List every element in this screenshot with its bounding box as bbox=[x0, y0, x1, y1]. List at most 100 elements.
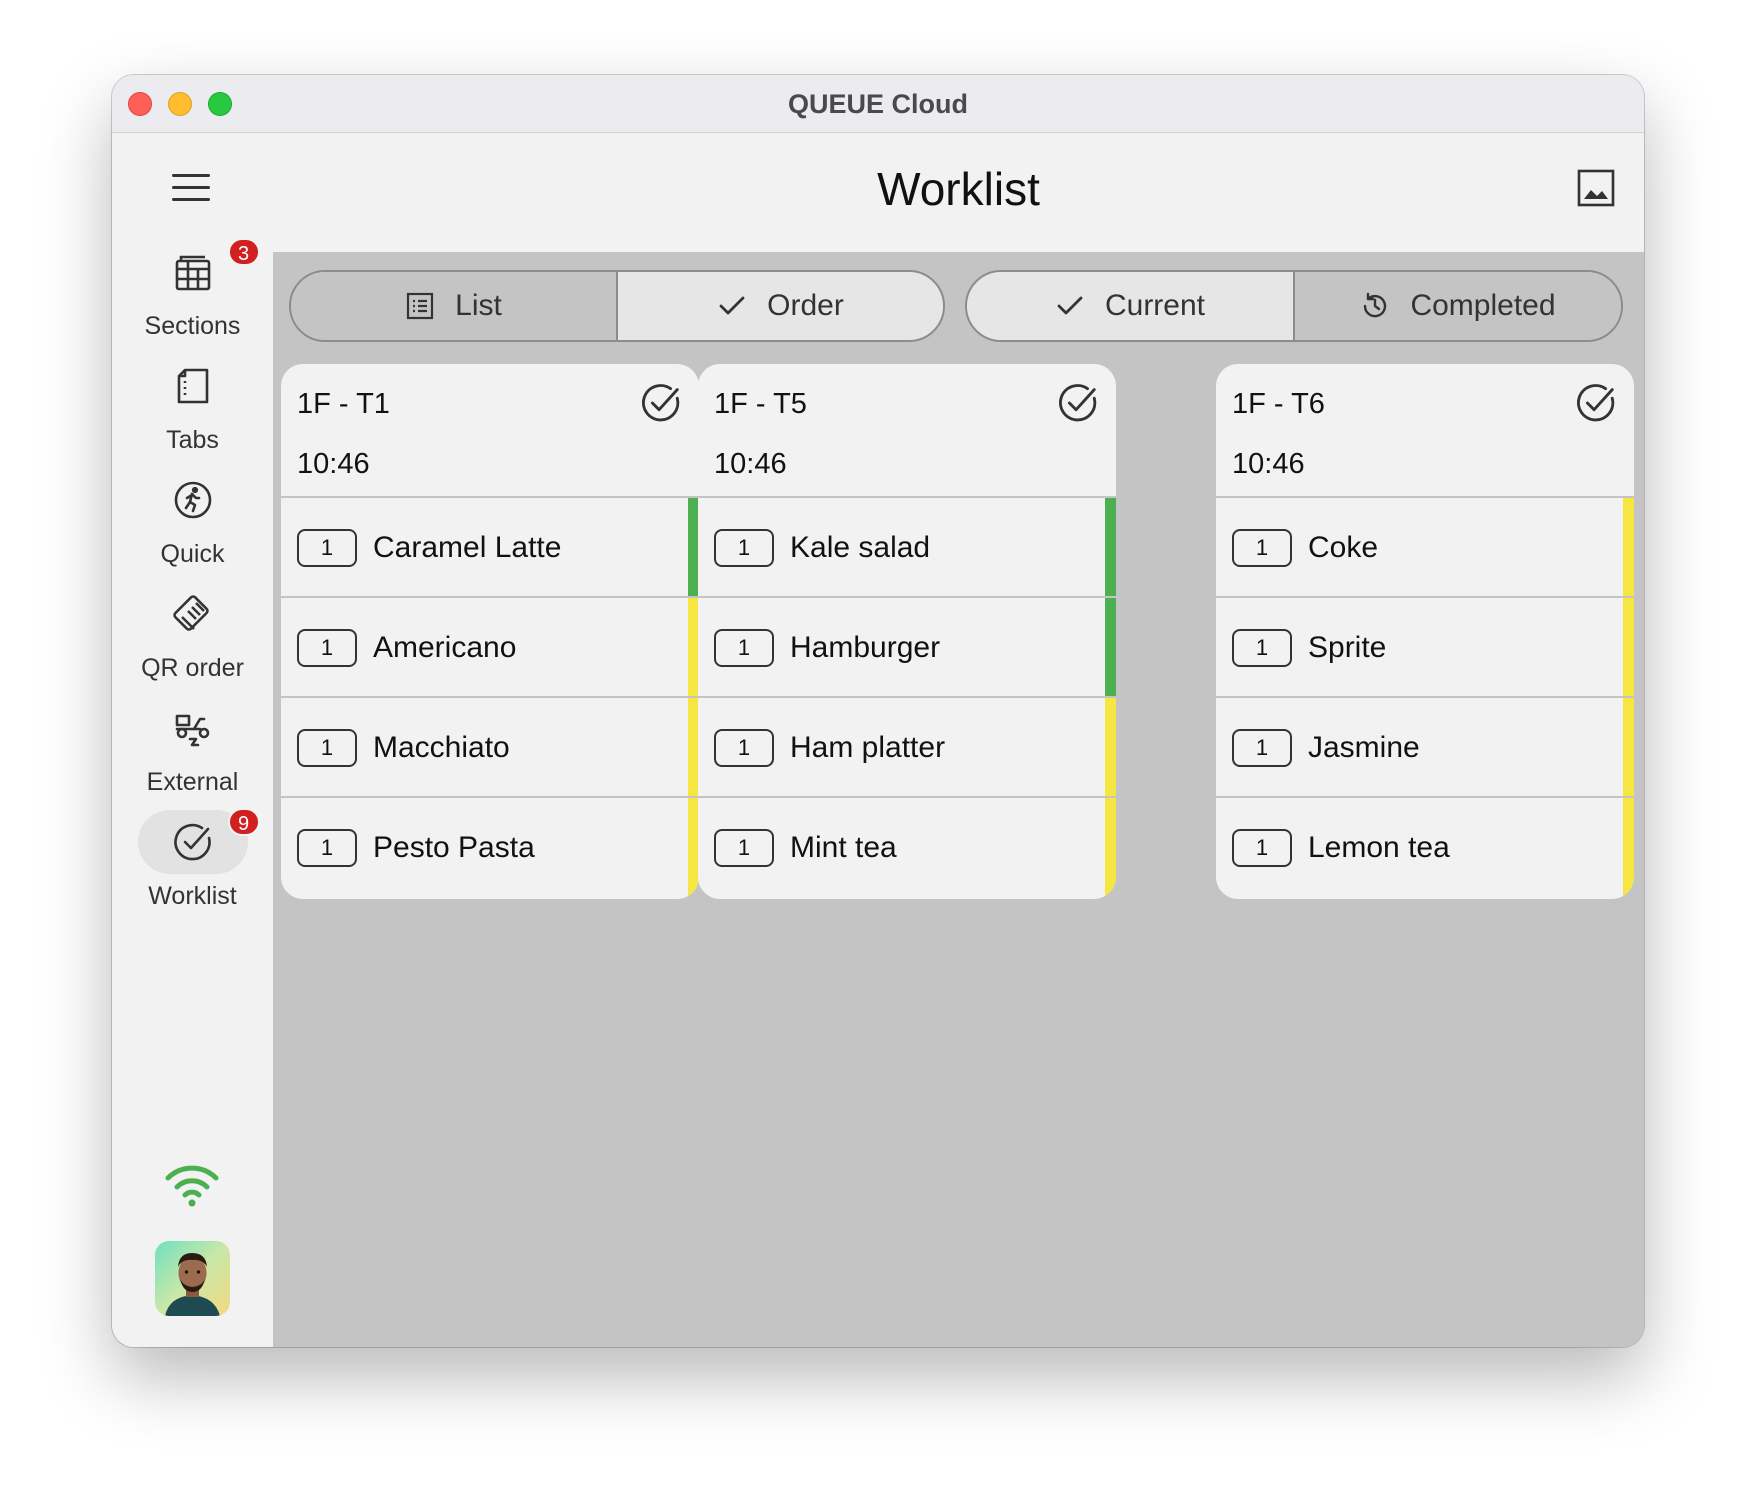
item-name: Coke bbox=[1308, 531, 1379, 564]
status-indicator bbox=[1623, 498, 1634, 596]
status-indicator bbox=[1105, 498, 1116, 596]
quantity-box: 1 bbox=[297, 629, 357, 667]
status-indicator bbox=[1105, 598, 1116, 696]
running-person-icon bbox=[174, 481, 211, 519]
item-name: Macchiato bbox=[373, 731, 510, 764]
table-grid-icon bbox=[175, 255, 210, 291]
card-header: 1F - T5 10:46 bbox=[698, 364, 1116, 498]
list-view-label: List bbox=[455, 289, 502, 322]
checkmark-icon bbox=[1057, 296, 1083, 315]
quantity-box: 1 bbox=[714, 629, 774, 667]
sidebar-item-label: Tabs bbox=[166, 426, 219, 454]
quantity-box: 1 bbox=[714, 829, 774, 867]
history-icon bbox=[1364, 292, 1387, 318]
sidebar-item-worklist[interactable]: 9 Worklist bbox=[112, 808, 273, 920]
page-header: Worklist bbox=[273, 134, 1644, 252]
order-time: 10:46 bbox=[1232, 448, 1305, 480]
quantity-box: 1 bbox=[1232, 829, 1292, 867]
card-header: 1F - T6 10:46 bbox=[1216, 364, 1634, 498]
complete-check-icon[interactable] bbox=[1056, 381, 1100, 425]
list-item[interactable]: 1 Coke bbox=[1216, 498, 1634, 598]
list-item[interactable]: 1 Jasmine bbox=[1216, 698, 1634, 798]
sidebar-item-quick[interactable]: Quick bbox=[112, 468, 273, 578]
list-icon bbox=[407, 292, 434, 320]
sidebar-item-external[interactable]: External bbox=[112, 696, 273, 806]
status-toggle: Current Completed bbox=[965, 270, 1623, 342]
list-view-button[interactable]: List bbox=[291, 272, 616, 340]
list-item[interactable]: 1 Sprite bbox=[1216, 598, 1634, 698]
sidebar-item-label: QR order bbox=[141, 654, 244, 682]
list-item[interactable]: 1 Lemon tea bbox=[1216, 798, 1634, 898]
status-indicator bbox=[1623, 698, 1634, 796]
sidebar-item-qr-order[interactable]: QR order bbox=[112, 582, 273, 692]
sidebar-item-label: Sections bbox=[144, 312, 241, 340]
item-name: Lemon tea bbox=[1308, 831, 1450, 864]
view-toggle: List Order bbox=[289, 270, 945, 342]
item-name: Jasmine bbox=[1308, 731, 1420, 764]
order-time: 10:46 bbox=[714, 448, 787, 480]
app-window: QUEUE Cloud 3 Sections Tabs Quick QR ord… bbox=[112, 75, 1644, 1347]
table-label: 1F - T5 bbox=[714, 388, 807, 420]
sections-badge: 3 bbox=[227, 238, 260, 266]
list-item[interactable]: 1 Macchiato bbox=[281, 698, 699, 798]
item-name: Mint tea bbox=[790, 831, 897, 864]
table-label: 1F - T6 bbox=[1232, 388, 1325, 420]
checkmark-icon bbox=[719, 296, 745, 315]
title-bar: QUEUE Cloud bbox=[112, 75, 1644, 133]
quantity-box: 1 bbox=[1232, 629, 1292, 667]
order-card-t5[interactable]: 1F - T5 10:46 1 Kale salad 1 Hamburger 1… bbox=[698, 364, 1116, 899]
sidebar: 3 Sections Tabs Quick QR order External … bbox=[112, 134, 273, 1347]
avatar[interactable] bbox=[155, 1241, 230, 1316]
handshake-icon bbox=[172, 595, 209, 631]
document-icon bbox=[177, 368, 208, 404]
wifi-icon bbox=[165, 1165, 219, 1207]
list-item[interactable]: 1 Caramel Latte bbox=[281, 498, 699, 598]
quantity-box: 1 bbox=[1232, 729, 1292, 767]
item-name: Americano bbox=[373, 631, 517, 664]
status-indicator bbox=[1105, 698, 1116, 796]
order-view-label: Order bbox=[767, 289, 844, 322]
current-filter-button[interactable]: Current bbox=[967, 272, 1293, 340]
item-name: Pesto Pasta bbox=[373, 831, 535, 864]
order-card-t6[interactable]: 1F - T6 10:46 1 Coke 1 Sprite 1 Jasmine bbox=[1216, 364, 1634, 899]
list-item[interactable]: 1 Ham platter bbox=[698, 698, 1116, 798]
completed-filter-button[interactable]: Completed bbox=[1293, 272, 1621, 340]
sidebar-item-label: External bbox=[146, 768, 239, 796]
quantity-box: 1 bbox=[714, 529, 774, 567]
status-indicator bbox=[1623, 798, 1634, 898]
item-name: Caramel Latte bbox=[373, 531, 562, 564]
card-header: 1F - T1 10:46 bbox=[281, 364, 699, 498]
order-time: 10:46 bbox=[297, 448, 370, 480]
image-icon[interactable] bbox=[1576, 168, 1616, 208]
list-item[interactable]: 1 Pesto Pasta bbox=[281, 798, 699, 898]
quantity-box: 1 bbox=[714, 729, 774, 767]
list-item[interactable]: 1 Americano bbox=[281, 598, 699, 698]
check-circle-icon bbox=[173, 823, 211, 861]
item-name: Sprite bbox=[1308, 631, 1387, 664]
complete-check-icon[interactable] bbox=[639, 381, 683, 425]
quantity-box: 1 bbox=[1232, 529, 1292, 567]
sidebar-item-label: Quick bbox=[160, 540, 225, 568]
sidebar-item-sections[interactable]: 3 Sections bbox=[112, 238, 273, 350]
window-title: QUEUE Cloud bbox=[788, 89, 968, 119]
order-view-button[interactable]: Order bbox=[616, 272, 943, 340]
status-indicator bbox=[1105, 798, 1116, 898]
item-name: Hamburger bbox=[790, 631, 941, 664]
sidebar-item-label: Worklist bbox=[148, 882, 237, 910]
quantity-box: 1 bbox=[297, 829, 357, 867]
complete-check-icon[interactable] bbox=[1574, 381, 1618, 425]
table-label: 1F - T1 bbox=[297, 388, 390, 420]
list-item[interactable]: 1 Hamburger bbox=[698, 598, 1116, 698]
order-card-t1[interactable]: 1F - T1 10:46 1 Caramel Latte 1 American… bbox=[281, 364, 699, 899]
list-item[interactable]: 1 Kale salad bbox=[698, 498, 1116, 598]
status-indicator bbox=[1623, 598, 1634, 696]
current-filter-label: Current bbox=[1104, 289, 1206, 322]
list-item[interactable]: 1 Mint tea bbox=[698, 798, 1116, 898]
hamburger-icon[interactable] bbox=[172, 174, 210, 202]
sidebar-item-tabs[interactable]: Tabs bbox=[112, 354, 273, 464]
delivery-scooter-icon bbox=[175, 714, 209, 747]
worklist-badge: 9 bbox=[227, 808, 260, 836]
item-name: Kale salad bbox=[790, 531, 931, 564]
page-title: Worklist bbox=[877, 163, 1040, 215]
quantity-box: 1 bbox=[297, 529, 357, 567]
